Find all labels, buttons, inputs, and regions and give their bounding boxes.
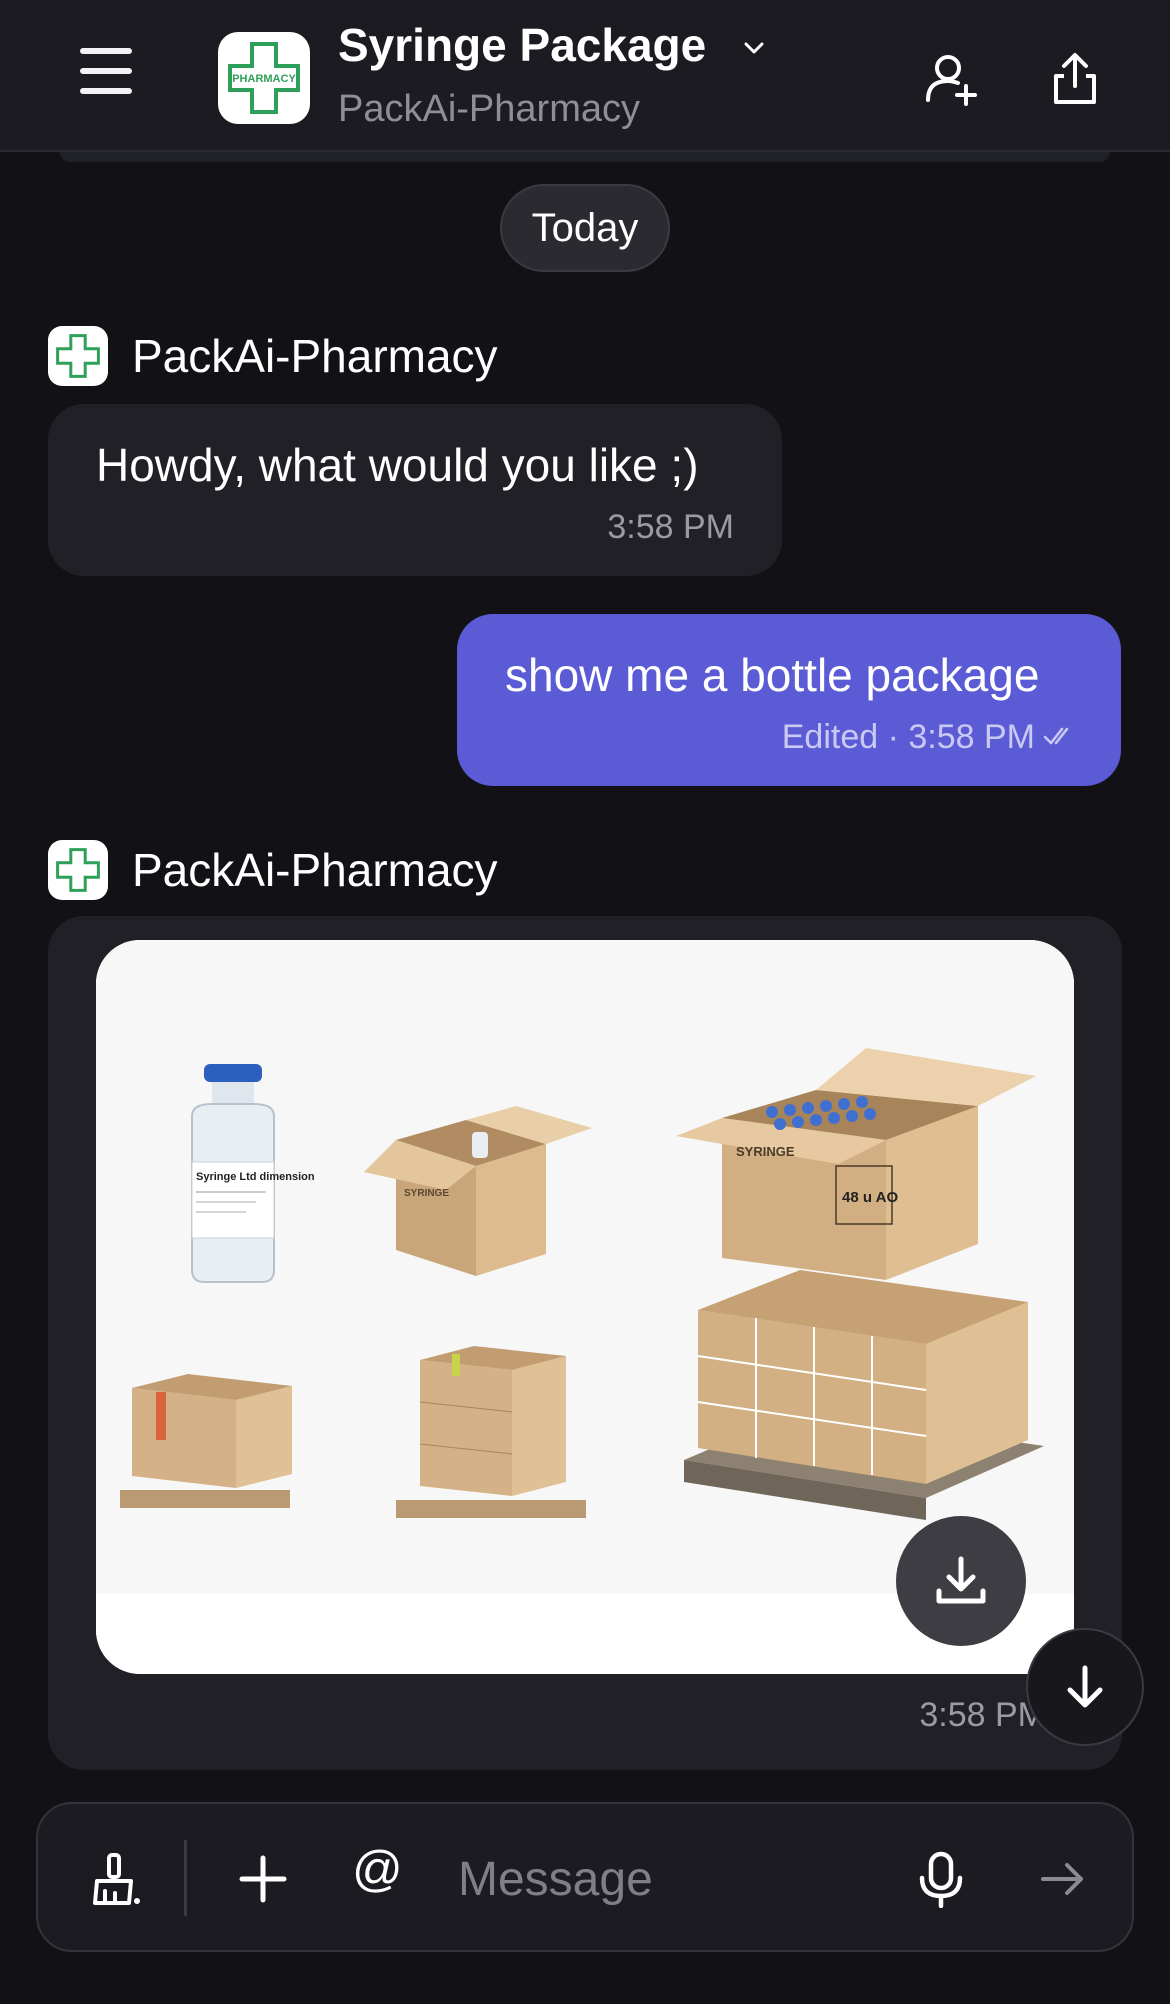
send-icon[interactable] xyxy=(1034,1850,1092,1908)
download-icon xyxy=(936,1556,986,1604)
arrow-down-icon xyxy=(1067,1665,1103,1708)
menu-icon[interactable] xyxy=(80,46,136,96)
microphone-icon[interactable] xyxy=(912,1850,970,1908)
sender-name: PackAi-Pharmacy xyxy=(132,844,498,896)
top-bar: PHARMACY Syringe Package PackAi-Pharmacy xyxy=(0,0,1170,152)
chevron-down-icon[interactable] xyxy=(740,34,768,62)
message-input[interactable] xyxy=(458,1842,878,1916)
sender-avatar[interactable] xyxy=(48,840,108,900)
message-composer: @ xyxy=(36,1802,1134,1952)
scroll-to-bottom-button[interactable] xyxy=(1026,1628,1144,1746)
logo-text: PHARMACY xyxy=(232,73,296,85)
chat-title[interactable]: Syringe Package xyxy=(338,18,706,72)
sender-avatar[interactable] xyxy=(48,326,108,386)
box-label: SYRINGE xyxy=(404,1188,449,1199)
case-count-label: 48 u AO xyxy=(842,1189,898,1206)
message-text: show me a bottle package xyxy=(505,649,1040,701)
case-brand-label: SYRINGE xyxy=(736,1144,795,1159)
date-separator: Today xyxy=(500,184,670,272)
message-time: 3:58 PM xyxy=(607,508,734,546)
message-sender: PackAi-Pharmacy xyxy=(48,326,498,386)
broom-icon[interactable] xyxy=(86,1850,144,1908)
mention-button[interactable]: @ xyxy=(352,1840,403,1898)
sender-name: PackAi-Pharmacy xyxy=(132,330,498,382)
share-icon[interactable] xyxy=(1046,50,1104,108)
pharmacy-logo-icon: PHARMACY xyxy=(228,42,300,114)
pharmacy-logo-icon xyxy=(56,334,100,378)
plus-icon[interactable] xyxy=(234,1850,292,1908)
add-user-icon[interactable] xyxy=(922,50,980,108)
bottle-label: Syringe Ltd dimension xyxy=(196,1171,315,1183)
composer-divider xyxy=(184,1840,187,1916)
bot-avatar[interactable]: PHARMACY xyxy=(218,32,310,124)
message-meta: Edited · 3:58 PM xyxy=(781,718,1035,756)
message-text: Howdy, what would you like ;) xyxy=(96,439,699,491)
pharmacy-logo-icon xyxy=(56,848,100,892)
incoming-message[interactable]: Howdy, what would you like ;) 3:58 PM xyxy=(48,404,782,576)
read-check-icon xyxy=(1043,727,1069,745)
chat-subtitle: PackAi-Pharmacy xyxy=(338,88,640,130)
outgoing-message[interactable]: show me a bottle package Edited · 3:58 P… xyxy=(457,614,1121,786)
previous-message-edge xyxy=(60,152,1110,162)
download-button[interactable] xyxy=(896,1516,1026,1646)
message-sender: PackAi-Pharmacy xyxy=(48,840,498,900)
